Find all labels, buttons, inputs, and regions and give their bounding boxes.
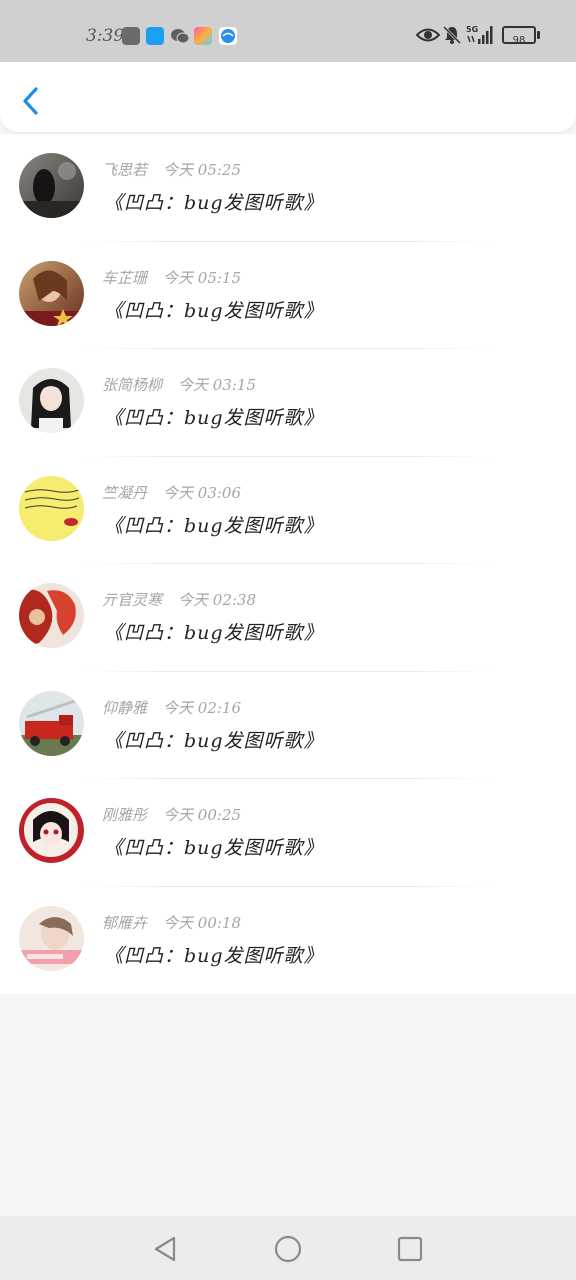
avatar[interactable] (19, 153, 84, 218)
home-circle-icon (274, 1235, 302, 1263)
list-item[interactable]: 刚雅彤 今天 00:25 《凹凸：bug发图听歌》 (0, 779, 576, 887)
sender-name: 飞思若 (102, 161, 148, 179)
nav-back-button[interactable] (150, 1234, 180, 1264)
message-text: 《凹凸：bug发图听歌》 (104, 407, 324, 429)
message-time: 今天 05:15 (163, 268, 242, 287)
message-meta: 车芷珊 今天 05:15 (102, 268, 241, 288)
bell-muted-icon (442, 25, 462, 49)
avatar[interactable] (19, 905, 84, 971)
message-text: 《凹凸：bug发图听歌》 (104, 837, 324, 859)
battery-icon: 98 (502, 26, 536, 46)
header (0, 62, 576, 132)
avatar[interactable] (19, 475, 84, 541)
message-meta: 亓官灵寒 今天 02:38 (102, 590, 256, 610)
network-label: 5G (466, 25, 478, 34)
battery-level: 98 (512, 35, 526, 46)
chevron-left-icon (23, 87, 38, 115)
message-meta: 郁雁卉 今天 00:18 (102, 913, 241, 933)
message-text: 《凹凸：bug发图听歌》 (104, 622, 324, 644)
sender-name: 竺凝丹 (102, 483, 148, 502)
status-time: 3:39 (86, 26, 125, 46)
message-text: 《凹凸：bug发图听歌》 (104, 299, 324, 322)
message-time: 今天 05:25 (163, 161, 242, 179)
message-time: 今天 02:38 (178, 591, 257, 609)
message-time: 今天 03:06 (163, 483, 242, 502)
list-item[interactable]: 飞思若 今天 05:25 《凹凸：bug发图听歌》 (0, 134, 576, 242)
browser-app-icon (219, 27, 237, 45)
message-time: 今天 02:16 (163, 698, 242, 717)
sender-name: 亓官灵寒 (102, 591, 163, 609)
list-item[interactable]: 张简杨柳 今天 03:15 《凹凸：bug发图听歌》 (0, 349, 576, 457)
back-button[interactable] (16, 84, 46, 118)
message-meta: 张简杨柳 今天 03:15 (102, 375, 256, 395)
huawei-app-icon (122, 27, 140, 45)
status-bar: 3:39 5G 98 (0, 0, 576, 62)
list-item[interactable]: 竺凝丹 今天 03:06 《凹凸：bug发图听歌》 (0, 457, 576, 564)
sender-name: 张简杨柳 (102, 376, 163, 394)
nav-home-button[interactable] (273, 1234, 303, 1264)
message-time: 今天 00:18 (163, 913, 242, 932)
nav-recents-button[interactable] (395, 1234, 425, 1264)
message-list: 飞思若 今天 05:25 《凹凸：bug发图听歌》 车芷珊 今天 05:15 《凹凸… (0, 134, 576, 994)
wechat-icon (170, 27, 190, 45)
avatar[interactable] (19, 260, 84, 326)
list-item[interactable]: 仰静雅 今天 02:16 《凹凸：bug发图听歌》 (0, 672, 576, 779)
system-nav-bar (0, 1216, 576, 1280)
message-time: 今天 03:15 (178, 376, 257, 394)
message-meta: 竺凝丹 今天 03:06 (102, 483, 241, 503)
battery-tip (537, 31, 540, 39)
list-item[interactable]: 郁雁卉 今天 00:18 《凹凸：bug发图听歌》 (0, 887, 576, 995)
sender-name: 仰静雅 (102, 698, 148, 717)
message-text: 《凹凸：bug发图听歌》 (104, 514, 324, 537)
recents-square-icon (397, 1236, 423, 1262)
signal-icon: 5G (466, 24, 494, 50)
eye-icon (415, 26, 441, 48)
list-item[interactable]: 亓官灵寒 今天 02:38 《凹凸：bug发图听歌》 (0, 564, 576, 672)
message-text: 《凹凸：bug发图听歌》 (104, 192, 324, 214)
message-meta: 飞思若 今天 05:25 (102, 160, 241, 180)
message-text: 《凹凸：bug发图听歌》 (104, 729, 324, 752)
list-item[interactable]: 车芷珊 今天 05:15 《凹凸：bug发图听歌》 (0, 242, 576, 349)
photos-app-icon (194, 27, 212, 45)
avatar[interactable] (19, 798, 84, 863)
sender-name: 郁雁卉 (102, 913, 148, 932)
back-triangle-icon (154, 1236, 176, 1262)
message-meta: 刚雅彤 今天 00:25 (102, 805, 241, 825)
search-app-icon (146, 27, 164, 45)
message-text: 《凹凸：bug发图听歌》 (104, 944, 324, 967)
message-meta: 仰静雅 今天 02:16 (102, 698, 241, 718)
avatar[interactable] (19, 368, 84, 433)
sender-name: 车芷珊 (102, 268, 148, 287)
sender-name: 刚雅彤 (102, 806, 148, 824)
avatar[interactable] (19, 690, 84, 756)
message-time: 今天 00:25 (163, 806, 242, 824)
avatar[interactable] (19, 583, 84, 648)
